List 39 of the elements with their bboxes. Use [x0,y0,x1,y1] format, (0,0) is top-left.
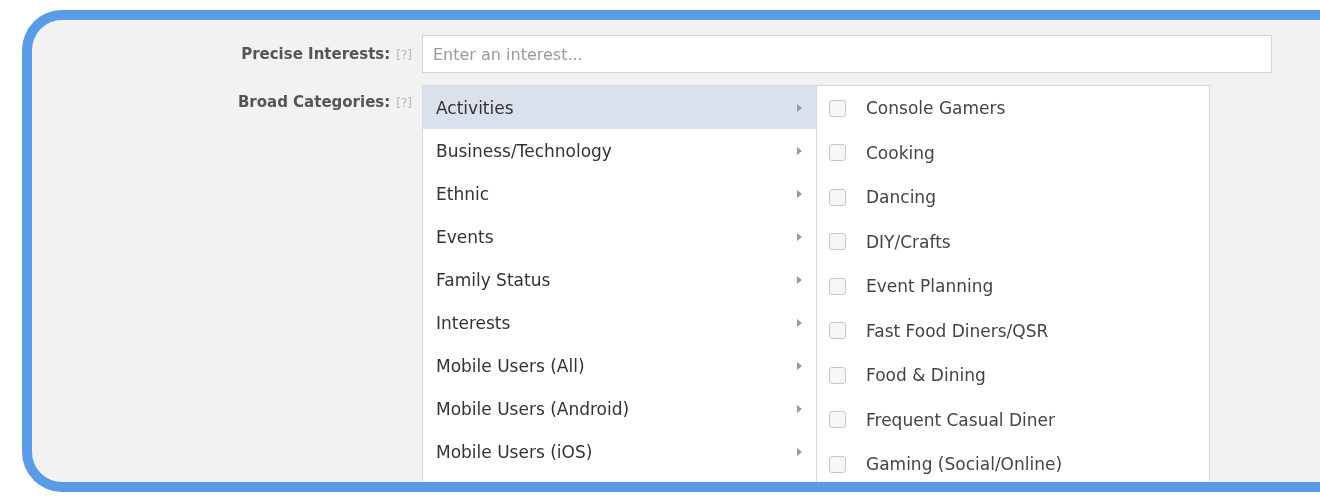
subcategory-label: DIY/Crafts [866,231,951,252]
subcategory-label: Food & Dining [866,365,986,386]
category-item[interactable]: Interests [423,301,816,344]
subcategory-label: Frequent Casual Diner [866,409,1055,430]
arrow-icon [797,103,802,112]
checkbox[interactable] [829,366,846,384]
checkbox[interactable] [829,99,846,117]
checkbox[interactable] [829,233,846,251]
checkbox[interactable] [829,411,846,429]
category-item[interactable]: Business/Technology [423,129,816,172]
subcategory-label: Fast Food Diners/QSR [866,320,1049,341]
category-item[interactable]: Family Status [423,258,816,301]
category-item[interactable]: Ethnic [423,172,816,215]
arrow-icon [797,275,802,284]
category-item[interactable]: Events [423,215,816,258]
checkbox[interactable] [829,277,846,295]
subcategory-label: Gaming (Social/Online) [866,454,1063,475]
field-label: Precise Interests: [241,45,391,63]
checkbox[interactable] [829,455,846,473]
subcategory-label: Event Planning [866,276,994,297]
category-item[interactable]: Mobile Users (Android) [423,387,816,430]
arrow-icon [797,146,802,155]
arrow-icon [797,189,802,198]
checkbox[interactable] [829,144,846,162]
category-item[interactable]: Activities [423,86,816,129]
arrow-icon [797,232,802,241]
category-item[interactable]: Mobile Users (iOS) [423,430,816,473]
checkbox[interactable] [829,188,846,206]
arrow-icon [797,447,802,456]
field-label: Broad Categories: [237,93,391,111]
subcategory-label: Cooking [866,142,935,163]
category-item[interactable]: Mobile Users (All) [423,344,816,387]
checkbox[interactable] [829,322,846,340]
subcategory-label: Dancing [866,187,936,208]
arrow-icon [797,318,802,327]
arrow-icon [797,361,802,370]
interest-input-field[interactable]: Enter an interest... [422,35,1272,73]
subcategory-label: Console Gamers [866,98,1006,119]
arrow-icon [797,404,802,413]
